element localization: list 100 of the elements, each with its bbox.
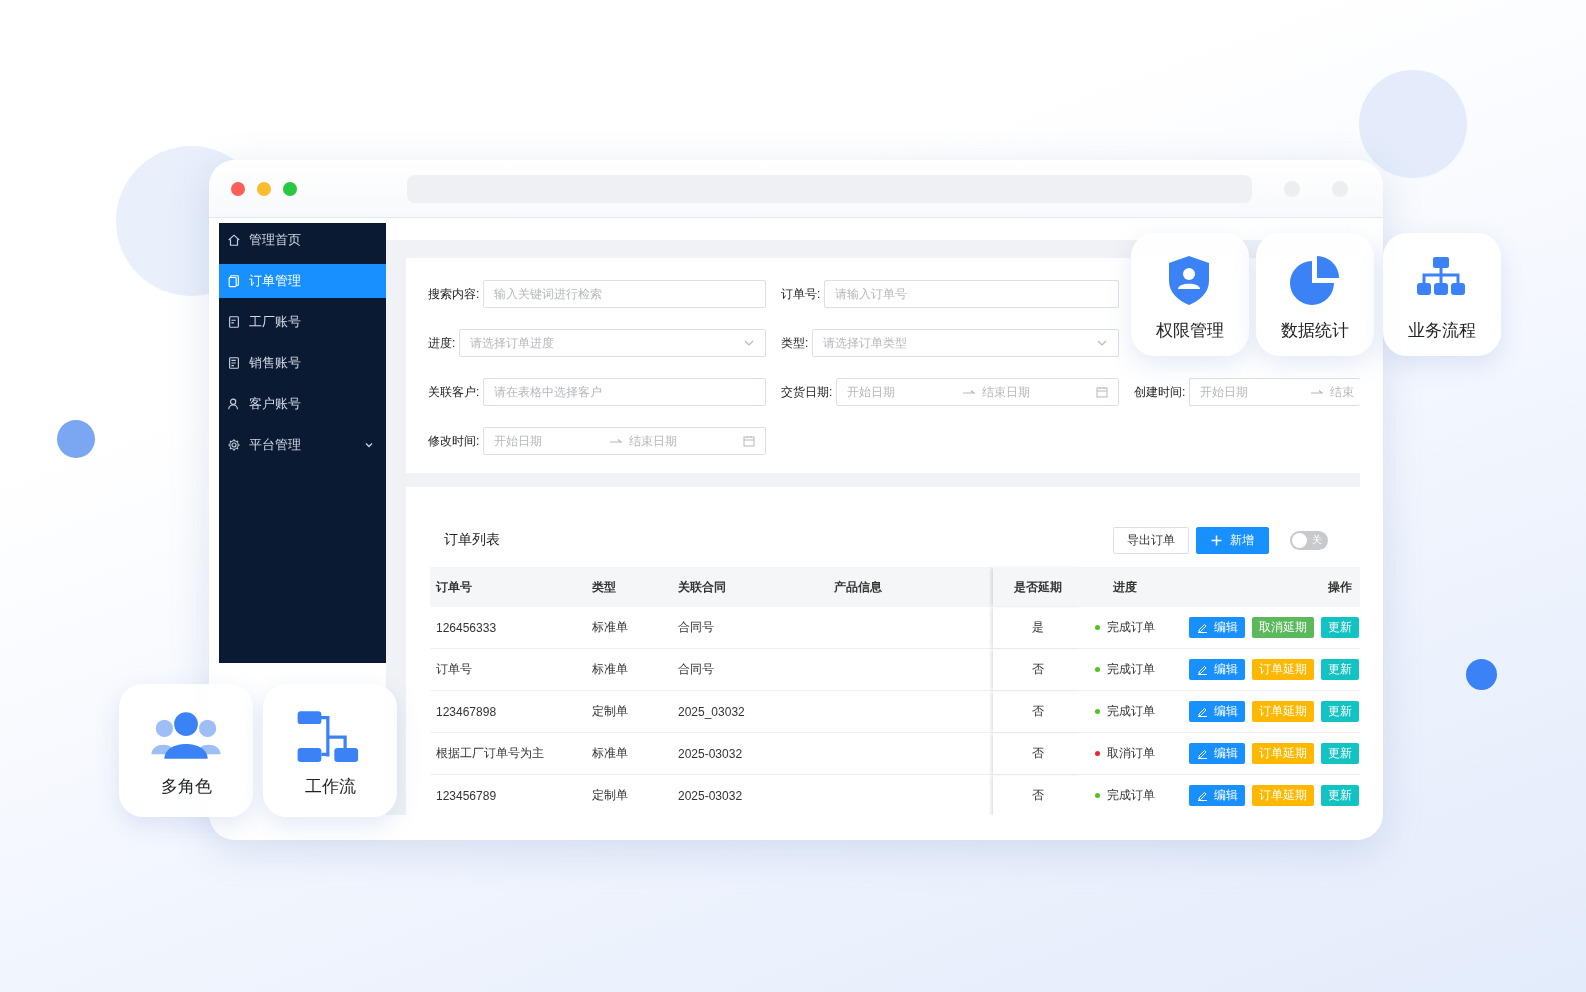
feature-label: 业务流程 xyxy=(1408,320,1476,342)
delay-button[interactable]: 订单延期 xyxy=(1252,743,1314,765)
field-label: 交货日期: xyxy=(781,383,833,401)
sidebar-item[interactable]: 销售账号 xyxy=(219,346,386,380)
export-button[interactable]: 导出订单 xyxy=(1113,526,1189,554)
update-button[interactable]: 更新 xyxy=(1321,701,1359,723)
cancel-delay-button[interactable]: 取消延期 xyxy=(1252,617,1314,639)
edit-button[interactable]: 编辑 xyxy=(1189,659,1245,681)
field-label: 搜索内容: xyxy=(428,285,480,303)
background-circle xyxy=(1466,659,1497,690)
person-icon xyxy=(227,397,241,411)
start-date-input[interactable]: 开始日期 xyxy=(494,434,603,448)
field-label: 创建时间: xyxy=(1134,383,1186,401)
table-cell: 123456789 xyxy=(430,775,586,815)
document-icon xyxy=(227,356,241,370)
edit-button[interactable]: 编辑 xyxy=(1189,701,1245,723)
pencil-icon xyxy=(1197,790,1208,802)
status-text: 完成订单 xyxy=(1107,703,1155,721)
pencil-icon xyxy=(1197,706,1208,718)
table-cell: 否 xyxy=(993,649,1082,692)
status-text: 完成订单 xyxy=(1107,787,1155,805)
end-date-input[interactable]: 结束日期 xyxy=(628,434,737,448)
text-field[interactable]: 请输入订单号 xyxy=(824,280,1119,308)
gear-icon xyxy=(227,438,241,452)
table-cell: 标准单 xyxy=(586,649,672,692)
delay-button[interactable]: 订单延期 xyxy=(1252,701,1314,723)
column-header: 是否延期 xyxy=(993,567,1082,608)
select-field[interactable]: 请选择订单进度 xyxy=(459,329,766,357)
table-cell: 2025-03032 xyxy=(672,733,828,776)
pencil-icon xyxy=(1197,748,1208,760)
table-cell: 否 xyxy=(993,733,1082,776)
status-text: 完成订单 xyxy=(1107,661,1155,679)
table-cell: 根据工厂订单号为主 xyxy=(430,733,586,776)
column-header: 订单号 xyxy=(430,567,586,608)
field-label: 修改时间: xyxy=(428,432,480,450)
table-cell: 126456333 xyxy=(430,607,586,650)
background-circle xyxy=(57,420,95,458)
update-button[interactable]: 更新 xyxy=(1321,785,1359,807)
table-cell: 2025-03032 xyxy=(672,775,828,815)
document-icon xyxy=(227,274,241,288)
maximize-button[interactable] xyxy=(283,181,297,196)
table-cell: 否 xyxy=(993,775,1082,815)
field-label: 类型: xyxy=(781,334,809,352)
date-range-field[interactable]: 开始日期 结束日期 xyxy=(836,378,1119,406)
document-icon xyxy=(227,315,241,329)
sidebar-item[interactable]: 工厂账号 xyxy=(219,305,386,339)
edit-button[interactable]: 编辑 xyxy=(1189,785,1245,807)
pencil-icon xyxy=(1197,664,1208,676)
plus-icon xyxy=(1211,534,1222,546)
table-cell: 标准单 xyxy=(586,607,672,650)
text-field[interactable]: 请在表格中选择客户 xyxy=(483,378,766,406)
select-input[interactable]: 请选择订单进度 xyxy=(470,336,737,350)
feature-label: 多角色 xyxy=(160,776,212,798)
field-label: 订单号: xyxy=(781,285,821,303)
date-range-field[interactable]: 开始日期 结束 xyxy=(1189,378,1360,406)
update-button[interactable]: 更新 xyxy=(1321,617,1359,639)
status-text: 完成订单 xyxy=(1107,619,1155,637)
update-button[interactable]: 更新 xyxy=(1321,743,1359,765)
start-date-input[interactable]: 开始日期 xyxy=(1200,385,1304,399)
sidebar-item[interactable]: 管理首页 xyxy=(219,223,386,257)
minimize-button[interactable] xyxy=(257,181,271,196)
select-input[interactable]: 请选择订单类型 xyxy=(823,336,1090,350)
table-cell: 订单号 xyxy=(430,649,586,692)
table-cell: 定制单 xyxy=(586,691,672,734)
select-field[interactable]: 请选择订单类型 xyxy=(812,329,1119,357)
table-cell: 否 xyxy=(993,691,1082,734)
table-cell: 123467898 xyxy=(430,691,586,734)
feature-label: 数据统计 xyxy=(1281,320,1349,342)
add-button[interactable]: 新增 xyxy=(1196,526,1269,554)
field-label: 进度: xyxy=(428,334,456,352)
sidebar-item[interactable]: 平台管理 xyxy=(219,428,386,462)
table-cell: 标准单 xyxy=(586,733,672,776)
calendar-icon xyxy=(743,435,755,447)
status-text: 取消订单 xyxy=(1107,745,1155,763)
table-cell: 合同号 xyxy=(672,607,828,650)
column-header: 类型 xyxy=(586,567,672,608)
edit-button[interactable]: 编辑 xyxy=(1189,617,1245,639)
sidebar-item[interactable]: 订单管理 xyxy=(219,264,386,298)
date-range-field[interactable]: 开始日期 结束日期 xyxy=(483,427,766,455)
table-cell: 定制单 xyxy=(586,775,672,815)
column-header: 关联合同 xyxy=(672,567,828,608)
table-cell: 2025_03032 xyxy=(672,691,828,734)
sidebar-item[interactable]: 客户账号 xyxy=(219,387,386,421)
edit-button[interactable]: 编辑 xyxy=(1189,743,1245,765)
house-icon xyxy=(227,233,241,247)
start-date-input[interactable]: 开始日期 xyxy=(847,385,956,399)
end-date-input[interactable]: 结束 xyxy=(1330,385,1358,399)
column-header: 产品信息 xyxy=(828,567,993,608)
update-button[interactable]: 更新 xyxy=(1321,659,1359,681)
delay-button[interactable]: 订单延期 xyxy=(1252,785,1314,807)
table-cell: 是 xyxy=(993,607,1082,650)
calendar-icon xyxy=(1096,386,1108,398)
close-button[interactable] xyxy=(231,181,245,196)
text-field[interactable]: 输入关键词进行检索 xyxy=(483,280,766,308)
delay-button[interactable]: 订单延期 xyxy=(1252,659,1314,681)
feature-label: 权限管理 xyxy=(1156,320,1224,342)
chevron-down-icon xyxy=(364,440,374,450)
end-date-input[interactable]: 结束日期 xyxy=(981,385,1090,399)
field-label: 关联客户: xyxy=(428,383,480,401)
pie-chart-icon xyxy=(1288,253,1342,307)
